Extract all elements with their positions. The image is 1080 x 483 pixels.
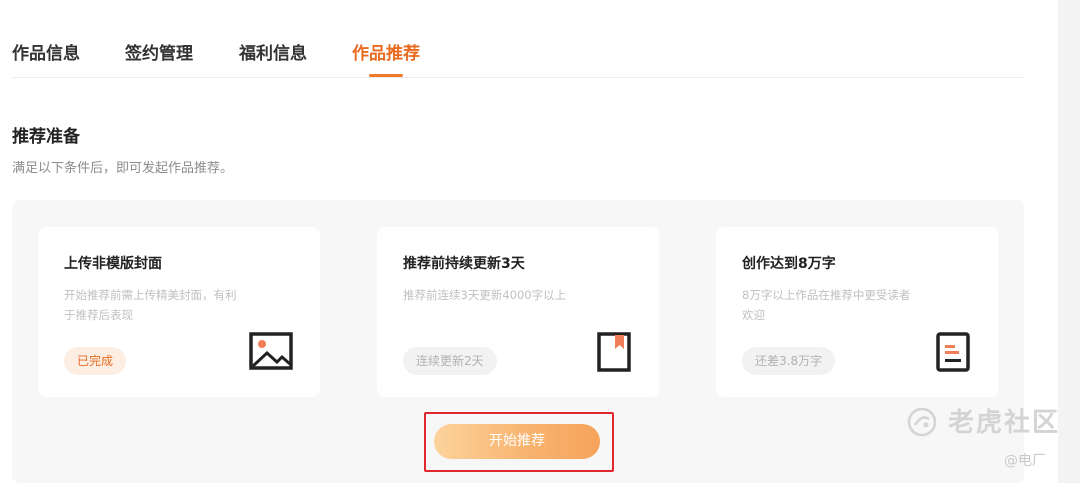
tab-bar: 作品信息 签约管理 福利信息 作品推荐 <box>12 42 1024 78</box>
tab-benefits-info[interactable]: 福利信息 <box>239 42 307 77</box>
status-badge: 已完成 <box>64 347 127 375</box>
book-icon <box>597 332 631 372</box>
requirement-card-cover: 上传非模版封面 开始推荐前需上传精美封面，有利于推荐后表现 已完成 <box>38 227 320 397</box>
tab-label: 签约管理 <box>125 44 193 64</box>
cropped-header-text <box>12 0 242 4</box>
card-description: 推荐前连续3天更新4000字以上 <box>403 288 567 302</box>
status-badge: 还差3.8万字 <box>742 347 836 375</box>
tab-label: 作品推荐 <box>352 44 420 64</box>
card-description: 开始推荐前需上传精美封面，有利于推荐后表现 <box>64 288 237 322</box>
section-title: 推荐准备 <box>12 127 80 147</box>
tab-contract-management[interactable]: 签约管理 <box>125 42 193 77</box>
right-scroll-area <box>1058 0 1080 483</box>
status-badge: 连续更新2天 <box>403 347 497 375</box>
card-title: 创作达到8万字 <box>742 256 836 272</box>
card-description: 8万字以上作品在推荐中更受读者欢迎 <box>742 288 911 322</box>
card-title: 推荐前持续更新3天 <box>403 256 525 272</box>
card-title: 上传非模版封面 <box>64 256 162 272</box>
image-icon <box>249 332 293 370</box>
watermark-logo-icon <box>907 407 937 437</box>
watermark-text: 老虎社区 <box>948 408 1061 438</box>
active-tab-indicator <box>369 74 403 77</box>
highlight-box <box>424 412 614 472</box>
section-description: 满足以下条件后，即可发起作品推荐。 <box>12 161 234 176</box>
tab-label: 福利信息 <box>239 44 307 64</box>
tab-work-recommendation[interactable]: 作品推荐 <box>352 42 420 77</box>
tab-label: 作品信息 <box>12 44 80 64</box>
document-icon <box>936 332 970 372</box>
requirement-card-update: 推荐前持续更新3天 推荐前连续3天更新4000字以上 连续更新2天 <box>377 227 659 397</box>
tab-work-info[interactable]: 作品信息 <box>12 42 80 77</box>
watermark-sub: @电厂 <box>1004 453 1046 469</box>
requirement-card-wordcount: 创作达到8万字 8万字以上作品在推荐中更受读者欢迎 还差3.8万字 <box>716 227 998 397</box>
